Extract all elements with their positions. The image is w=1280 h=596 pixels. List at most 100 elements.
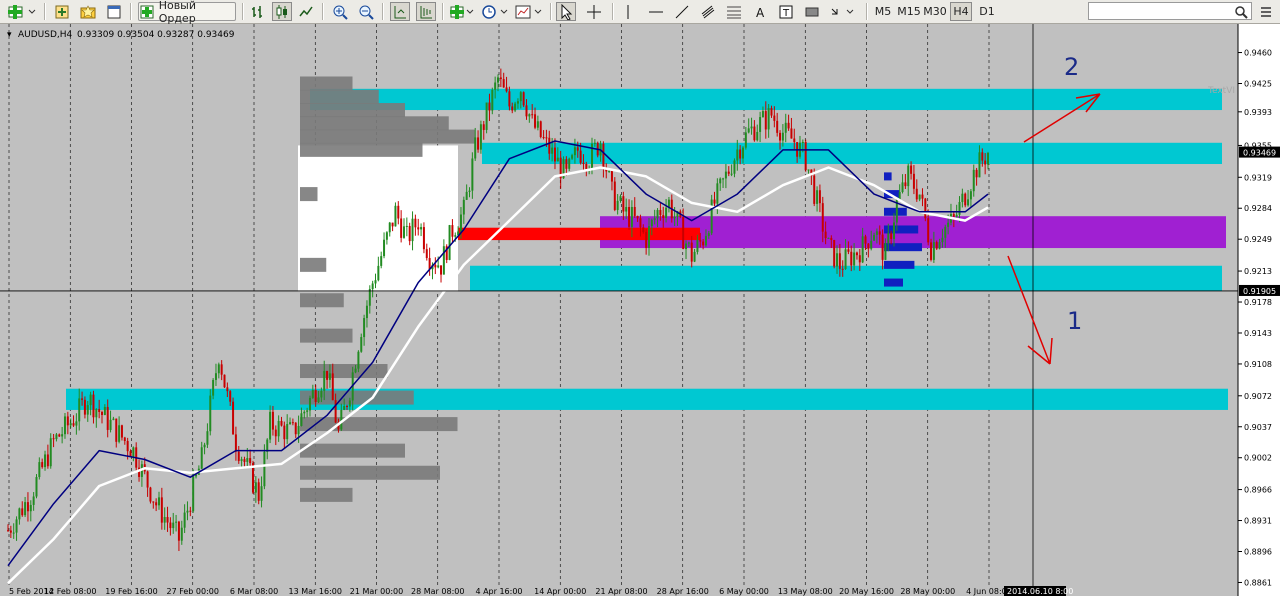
candle-body: [388, 222, 391, 233]
trendline-button[interactable]: [672, 2, 692, 21]
candle-body: [35, 477, 38, 497]
menu-button[interactable]: [1256, 2, 1276, 21]
templates-button[interactable]: [514, 2, 544, 21]
timeframe-d1[interactable]: D1: [976, 2, 998, 21]
candle-body: [189, 510, 192, 512]
favorites-button[interactable]: [78, 2, 98, 21]
line-chart-button[interactable]: [296, 2, 316, 21]
indicators-button[interactable]: [448, 2, 476, 21]
candle-body: [673, 217, 676, 219]
candle-body: [804, 141, 807, 171]
candle-body: [608, 170, 611, 172]
candle-body: [984, 160, 987, 165]
candle-body: [767, 108, 770, 130]
annotation-label-2: 2: [1064, 53, 1079, 81]
y-tick-label: 0.9143: [1244, 329, 1272, 338]
trendline-icon: [675, 5, 689, 18]
toolbar: Новый Ордер A T M5 M15 M30 H4 D1: [0, 0, 1280, 25]
candle-body: [853, 252, 856, 266]
autoscroll-icon: [394, 5, 406, 18]
volume-profile-bar: [300, 364, 388, 379]
search-input[interactable]: [1088, 2, 1252, 20]
candle-body: [539, 121, 542, 138]
volume-profile-bar: [300, 76, 353, 91]
volume-profile-bar: [300, 257, 327, 272]
candle-body: [531, 114, 534, 116]
vertical-line-button[interactable]: [618, 2, 638, 21]
volume-profile-bar-recent: [884, 260, 915, 269]
candle-body: [773, 115, 776, 121]
candle-body: [972, 169, 975, 192]
candle-body: [687, 242, 690, 244]
y-tick-label: 0.9213: [1244, 267, 1272, 276]
candle-body: [770, 108, 773, 116]
timeframe-m5[interactable]: M5: [872, 2, 894, 21]
candle-body: [12, 532, 15, 534]
symbol-collapse-icon[interactable]: ▾: [7, 30, 12, 40]
rectangle-button[interactable]: [802, 2, 822, 21]
text-tool-button[interactable]: A: [750, 2, 770, 21]
chart-area[interactable]: 2 1 TextVI 5 Feb 2014 12 Feb 08:00 19 Feb 16…: [0, 24, 1280, 596]
price-chart[interactable]: 21TextVI 5 Feb 201412 Feb 08:00 19 Feb 16…: [0, 24, 1280, 596]
new-chart-button[interactable]: [6, 2, 38, 21]
candle-body: [217, 364, 220, 374]
candle-body: [200, 447, 203, 469]
new-order-button[interactable]: Новый Ордер: [138, 0, 236, 25]
candle-body: [528, 114, 531, 117]
candle-body: [343, 406, 346, 410]
chart-ohlc: 0.93309 0.93504 0.93287 0.93469: [77, 30, 235, 40]
cursor-tool-button[interactable]: [556, 2, 576, 21]
fibonacci-button[interactable]: [724, 2, 744, 21]
candle-body: [707, 233, 710, 236]
candle-body: [511, 106, 514, 111]
candle-body: [297, 425, 300, 435]
timeframe-m15[interactable]: M15: [896, 2, 922, 21]
candle-body: [967, 199, 970, 206]
candle-body: [103, 406, 106, 415]
candle-body: [639, 218, 642, 228]
candle-body: [434, 264, 437, 268]
candle-body: [346, 406, 349, 408]
candle-body: [659, 210, 662, 216]
candle-body: [850, 251, 853, 266]
x-tick-label: 14 Apr 00:00: [534, 587, 586, 596]
candle-body: [229, 391, 232, 402]
candle-body: [548, 137, 551, 154]
candle-body: [790, 128, 793, 139]
y-tick-label: 0.9178: [1244, 298, 1272, 307]
channel-button[interactable]: [698, 2, 718, 21]
candle-body: [420, 227, 423, 230]
zoom-out-button[interactable]: [356, 2, 376, 21]
x-tick-label: 28 Mar 08:00: [411, 587, 464, 596]
x-tick-label: 12 Feb 08:00: [44, 587, 96, 596]
text-label-button[interactable]: T: [776, 2, 796, 21]
crosshair-tool-button[interactable]: [584, 2, 604, 21]
annotation-label-1: 1: [1067, 307, 1082, 335]
zoom-in-button[interactable]: [330, 2, 350, 21]
candle-body: [947, 222, 950, 227]
candle-body: [249, 458, 252, 464]
bar-chart-button[interactable]: [248, 2, 268, 21]
candle-body: [391, 222, 394, 227]
search-button[interactable]: [1232, 2, 1250, 21]
timeframe-h4[interactable]: H4: [950, 2, 972, 21]
candle-body: [719, 178, 722, 184]
candle-body: [155, 502, 158, 506]
window-button[interactable]: [104, 2, 124, 21]
zoom-out-icon: [359, 5, 374, 20]
timeframe-m30[interactable]: M30: [922, 2, 948, 21]
profiles-button[interactable]: [52, 2, 72, 21]
chart-shift-button[interactable]: [416, 2, 436, 21]
candle-body: [175, 521, 178, 523]
volume-profile-bar: [300, 443, 405, 458]
candles-button[interactable]: [272, 2, 292, 21]
candle-body: [838, 253, 841, 269]
candle-body: [952, 214, 955, 217]
periodicity-button[interactable]: [480, 2, 510, 21]
candle-body: [915, 188, 918, 200]
arrows-button[interactable]: [828, 2, 858, 21]
autoscroll-button[interactable]: [390, 2, 410, 21]
horizontal-line-button[interactable]: [646, 2, 666, 21]
candle-body: [83, 399, 86, 415]
current-price-value: 0.93469: [1243, 149, 1276, 158]
